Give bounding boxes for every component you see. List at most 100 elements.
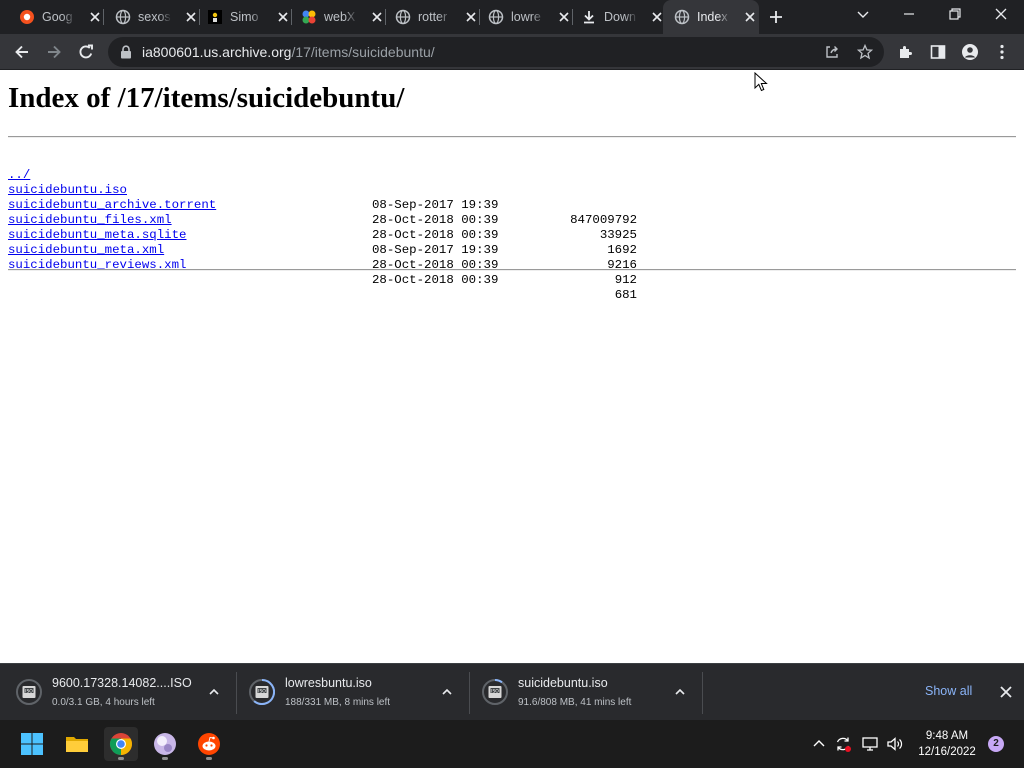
- google-drive-icon: [20, 10, 34, 24]
- taskbar: 9:48 AM 12/16/2022 2: [0, 720, 1024, 768]
- tab-strip: Goog sexos Simo webX rotter lowre Down I…: [0, 0, 1024, 34]
- tab-2[interactable]: Simo: [196, 0, 292, 34]
- share-icon[interactable]: [824, 44, 840, 60]
- tab-7[interactable]: Index: [663, 0, 759, 34]
- close-tab-icon[interactable]: [370, 10, 384, 24]
- tab-4[interactable]: rotter: [384, 0, 480, 34]
- list-item: suicidebuntu_files.xml 28-Oct-2018 00:39…: [8, 198, 708, 257]
- chevron-up-icon[interactable]: [674, 686, 686, 698]
- svg-text:ISO: ISO: [25, 688, 33, 694]
- tab-title: Index: [697, 10, 728, 24]
- list-item: ../: [8, 153, 708, 182]
- notification-badge[interactable]: 2: [988, 736, 1004, 752]
- close-tab-icon[interactable]: [88, 10, 102, 24]
- windows-start-icon: [21, 733, 43, 755]
- close-tab-icon[interactable]: [743, 10, 757, 24]
- close-tab-icon[interactable]: [650, 10, 664, 24]
- tab-search-icon[interactable]: [855, 6, 871, 22]
- chrome-button[interactable]: [104, 727, 138, 761]
- download-status: 91.6/808 MB, 41 mins left: [518, 697, 632, 708]
- tab-5[interactable]: lowre: [477, 0, 573, 34]
- system-clock[interactable]: 9:48 AM 12/16/2022: [910, 728, 984, 760]
- forward-icon[interactable]: [45, 43, 63, 61]
- chevron-up-icon[interactable]: [441, 686, 453, 698]
- globe-icon: [395, 9, 411, 25]
- reload-icon[interactable]: [77, 43, 95, 61]
- tab-0[interactable]: Goog: [8, 0, 104, 34]
- page-title: Index of /17/items/suicidebuntu/: [8, 82, 405, 114]
- file-explorer-icon: [66, 737, 88, 752]
- download-status: 188/331 MB, 8 mins left: [285, 697, 391, 708]
- download-item[interactable]: ISO suicidebuntu.iso 91.6/808 MB, 41 min…: [470, 664, 703, 721]
- file-size: 912: [614, 273, 637, 287]
- tab-title: rotter: [418, 10, 448, 24]
- divider: [8, 136, 1016, 138]
- download-shelf: ISO 9600.17328.14082....ISO 0.0/3.1 GB, …: [0, 663, 1024, 720]
- download-filename: 9600.17328.14082....ISO: [52, 676, 192, 690]
- lock-icon[interactable]: [120, 45, 132, 59]
- close-shelf-icon[interactable]: [999, 685, 1013, 699]
- running-indicator: [118, 757, 124, 760]
- sync-icon[interactable]: [834, 735, 852, 753]
- close-window-icon[interactable]: [993, 6, 1009, 22]
- back-icon[interactable]: [13, 43, 31, 61]
- marble-app-button[interactable]: [148, 727, 182, 761]
- chevron-up-icon[interactable]: [810, 735, 828, 753]
- close-tab-icon[interactable]: [557, 10, 571, 24]
- chevron-up-icon[interactable]: [208, 686, 220, 698]
- page-content: Index of /17/items/suicidebuntu/ ../ sui…: [0, 71, 1024, 663]
- file-size: 681: [614, 288, 637, 302]
- chrome-icon: [110, 733, 132, 755]
- svg-text:ISO: ISO: [258, 688, 266, 694]
- restore-icon[interactable]: [947, 6, 963, 22]
- bookmark-star-icon[interactable]: [857, 44, 873, 60]
- profile-icon[interactable]: [961, 43, 979, 61]
- tab-title: Simo: [230, 10, 259, 24]
- mouse-cursor-icon: [754, 72, 768, 92]
- new-tab-icon[interactable]: [768, 9, 784, 25]
- tab-1[interactable]: sexos: [104, 0, 200, 34]
- list-item: suicidebuntu_meta.xml 28-Oct-2018 00:39 …: [8, 228, 708, 287]
- download-item[interactable]: ISO 9600.17328.14082....ISO 0.0/3.1 GB, …: [4, 664, 237, 721]
- download-icon: [584, 11, 594, 24]
- file-date: 28-Oct-2018 00:39: [372, 273, 499, 287]
- extensions-icon[interactable]: [897, 43, 915, 61]
- volume-icon[interactable]: [886, 735, 904, 753]
- url-path: /17/items/suicidebuntu/: [291, 44, 435, 60]
- menu-icon[interactable]: [993, 43, 1011, 61]
- download-item[interactable]: ISO lowresbuntu.iso 188/331 MB, 8 mins l…: [237, 664, 470, 721]
- tab-title: Goog: [42, 10, 73, 24]
- minimize-icon[interactable]: [901, 6, 917, 22]
- iso-file-icon: ISO: [249, 679, 275, 705]
- tab-title: sexos: [138, 10, 171, 24]
- download-status: 0.0/3.1 GB, 4 hours left: [52, 697, 155, 708]
- svg-text:ISO: ISO: [491, 688, 499, 694]
- download-filename: suicidebuntu.iso: [518, 676, 608, 690]
- close-tab-icon[interactable]: [464, 10, 478, 24]
- show-all-downloads-link[interactable]: Show all: [925, 684, 972, 699]
- iso-file-icon: ISO: [16, 679, 42, 705]
- close-tab-icon[interactable]: [276, 10, 290, 24]
- tab-3[interactable]: webX: [290, 0, 386, 34]
- running-indicator: [206, 757, 212, 760]
- tab-6[interactable]: Down: [570, 0, 666, 34]
- clock-time: 9:48 AM: [925, 730, 969, 742]
- side-panel-icon[interactable]: [929, 43, 947, 61]
- browser-toolbar: ia800601.us.archive.org/17/items/suicide…: [0, 34, 1024, 70]
- globe-icon: [115, 9, 131, 25]
- file-explorer-button[interactable]: [60, 727, 94, 761]
- list-item: suicidebuntu_meta.sqlite 08-Sep-2017 19:…: [8, 213, 708, 272]
- reddit-icon: [198, 733, 220, 755]
- network-icon[interactable]: [861, 735, 879, 753]
- file-listing: ../ suicidebuntu.iso 08-Sep-2017 19:39 8…: [8, 153, 708, 302]
- start-button[interactable]: [15, 727, 49, 761]
- reddit-button[interactable]: [192, 727, 226, 761]
- address-bar[interactable]: ia800601.us.archive.org/17/items/suicide…: [108, 37, 884, 67]
- list-item: suicidebuntu_reviews.xml 28-Oct-2018 00:…: [8, 243, 708, 302]
- iso-file-icon: ISO: [482, 679, 508, 705]
- webx-icon: [302, 10, 316, 24]
- running-indicator: [162, 757, 168, 760]
- tab-title: Down: [604, 10, 636, 24]
- site-icon: [208, 10, 222, 24]
- url-text[interactable]: ia800601.us.archive.org/17/items/suicide…: [142, 44, 435, 60]
